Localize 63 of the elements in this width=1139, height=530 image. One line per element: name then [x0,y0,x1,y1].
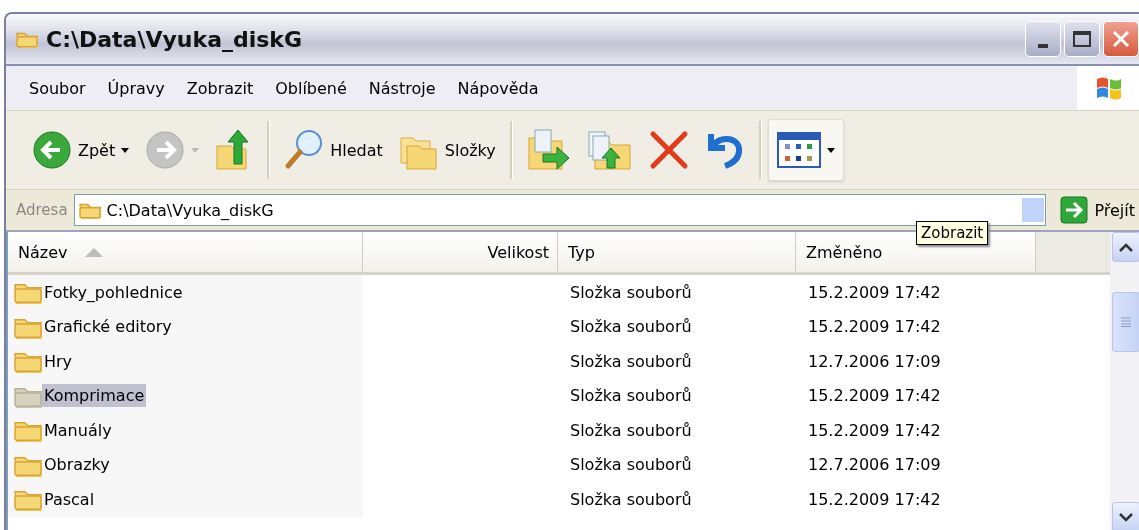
modified-date: 12.7.2006 17:09 [807,350,942,373]
search-icon [284,128,325,172]
delete-icon [648,130,689,170]
column-header[interactable]: Název [8,232,363,272]
window-title: C:\Data\Vyuka_diskG [46,26,304,52]
file-type: Složka souborů [569,316,693,339]
scroll-up-button[interactable] [1112,232,1139,262]
address-label: Adresa [16,201,68,219]
close-button[interactable] [1103,21,1139,57]
caret-icon [826,147,835,153]
column-header[interactable]: Typ [558,232,796,272]
file-type: Složka souborů [569,419,693,442]
folders-button[interactable]: Složky [390,124,504,176]
views-button[interactable] [767,119,844,181]
scroll-thumb[interactable] [1112,292,1139,352]
dropdown-button[interactable] [1021,197,1046,223]
back-button[interactable]: Zpět [24,124,138,176]
maximize-button[interactable] [1064,21,1100,57]
folder-arrow-icon [526,128,571,172]
grip-icon [1121,317,1131,327]
modified-date: 15.2.2009 17:42 [807,281,942,304]
scroll-down-button[interactable] [1112,502,1139,530]
minimize-icon [1038,44,1048,48]
modified-date: 15.2.2009 17:42 [807,419,942,442]
menu-item[interactable]: Oblíbené [266,74,356,102]
file-type: Složka souborů [569,385,693,408]
file-name[interactable]: Komprimace [42,384,147,408]
minimize-button[interactable] [1025,21,1061,57]
file-name[interactable]: Obrazky [42,453,112,477]
modified-date: 15.2.2009 17:42 [807,385,942,408]
chevron-up-icon [1119,242,1133,252]
file-name[interactable]: Manuály [42,418,114,442]
modified-date: 15.2.2009 17:42 [807,488,942,511]
modified-date: 12.7.2006 17:09 [807,454,942,477]
file-type: Složka souborů [569,350,693,373]
menu-item[interactable]: Soubor [20,74,95,102]
view-grid-icon [776,132,821,168]
file-type: Složka souborů [569,281,693,304]
sort-arrow-icon [85,247,104,257]
file-name[interactable]: Pascal [42,487,97,511]
address-field[interactable]: C:\Data\Vyuka_diskG [73,194,1047,226]
go-button[interactable]: Přejít [1056,196,1139,224]
menu-item[interactable]: Úpravy [98,74,174,102]
menu-item[interactable]: Nástroje [359,74,445,102]
caret-icon [191,147,200,153]
file-name[interactable]: Hry [42,349,75,373]
maximize-icon [1073,31,1091,47]
menu-item[interactable]: Zobrazit [177,74,263,102]
column-header[interactable]: Velikost [363,232,558,272]
search-button[interactable]: Hledat [276,122,391,178]
folder-icon [16,30,38,48]
folder-copy-icon [586,128,633,172]
close-icon [1112,30,1130,48]
windows-logo-icon [1095,75,1123,101]
scrollbar[interactable] [1110,232,1139,530]
modified-date: 15.2.2009 17:42 [807,316,942,339]
folder-icon [78,201,101,219]
tooltip: Zobrazit [916,221,989,245]
file-type: Složka souborů [569,488,693,511]
menu-item[interactable]: Nápověda [448,74,548,102]
chevron-down-icon [1119,512,1133,522]
file-type: Složka souborů [569,454,693,477]
caret-icon [121,147,130,153]
